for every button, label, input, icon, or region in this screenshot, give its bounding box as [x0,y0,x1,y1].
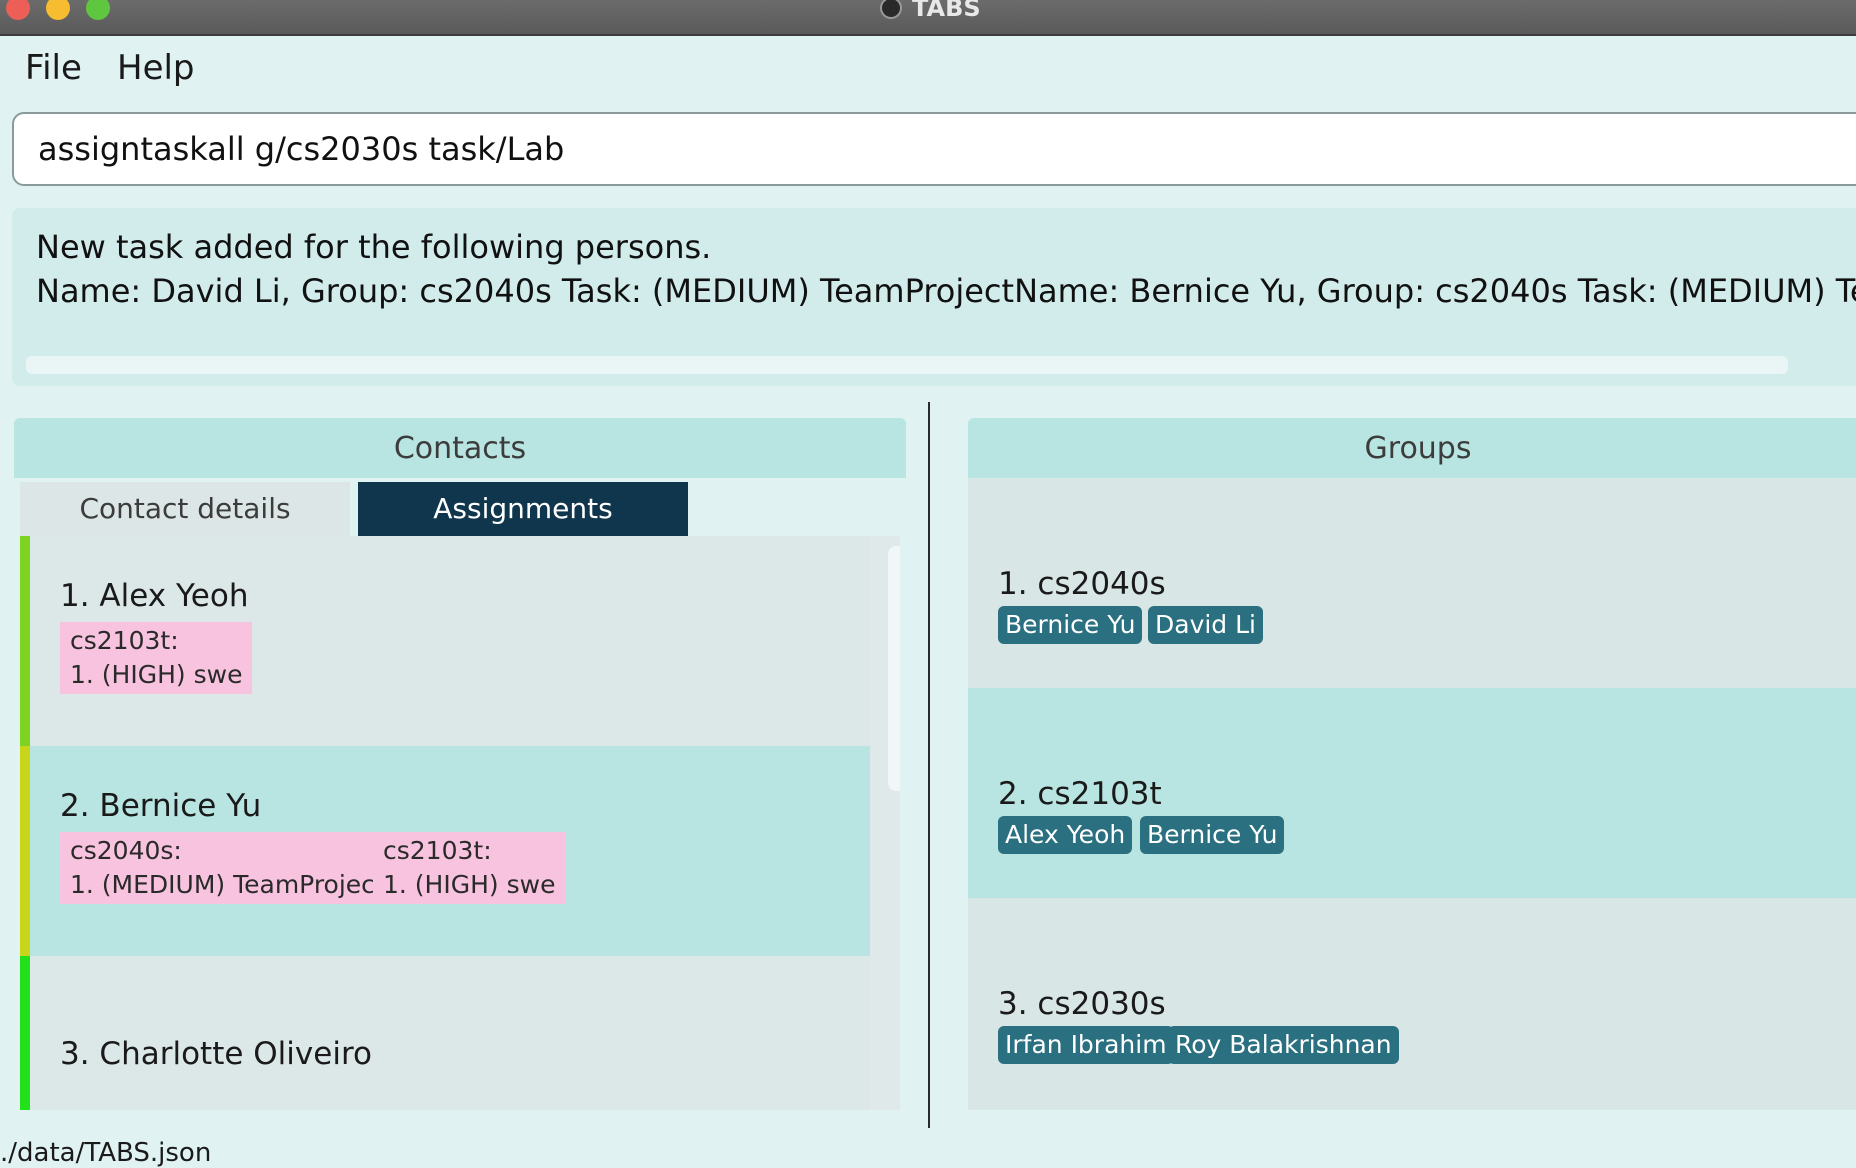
task-tag-task: 1. (HIGH) swe [70,660,243,689]
list-item[interactable]: 1. cs2040s Bernice Yu David Li [968,478,1856,688]
result-display[interactable]: New task added for the following persons… [12,208,1856,386]
assignment-list-scrollbar[interactable] [888,546,900,791]
menu-file[interactable]: File [25,48,82,88]
window-title: TABS [912,0,981,22]
app-logo-icon [880,0,902,19]
groups-panel: Groups 1. cs2040s Bernice Yu David Li 2.… [968,418,1856,1110]
task-tag-group: cs2040s: [70,836,182,865]
task-tag: cs2103t: 1. (HIGH) swe [60,622,253,694]
contact-name: 3. Charlotte Oliveiro [60,1036,372,1072]
window-title-group: TABS [880,0,981,22]
close-window-button[interactable] [6,0,30,20]
task-tag-group: cs2103t: [70,626,179,655]
tab-contact-details[interactable]: Contact details [20,482,350,536]
task-tag-task: 1. (HIGH) swe [383,870,556,899]
groups-header: Groups [968,418,1856,478]
command-input[interactable]: assigntaskall g/cs2030s task/Lab [12,112,1856,186]
task-tag-group: cs2103t: [383,836,492,865]
tab-assignments[interactable]: Assignments [358,482,688,536]
member-tag: Bernice Yu [998,606,1143,644]
group-name: 2. cs2103t [998,776,1162,812]
list-item[interactable]: 1. Alex Yeoh cs2103t: 1. (HIGH) swe [20,536,870,746]
contact-name: 2. Bernice Yu [60,788,262,824]
menu-help[interactable]: Help [117,48,195,88]
group-name: 3. cs2030s [998,986,1166,1022]
maximize-window-button[interactable] [86,0,110,20]
member-tag: Irfan Ibrahim [998,1026,1174,1064]
contact-name: 1. Alex Yeoh [60,578,249,614]
minimize-window-button[interactable] [46,0,70,20]
task-tag: cs2040s: 1. (MEDIUM) TeamProject [60,832,395,904]
task-tag-task: 1. (MEDIUM) TeamProject [70,870,385,899]
list-item[interactable]: 3. Charlotte Oliveiro [20,956,870,1110]
member-tag: David Li [1148,606,1264,644]
group-name: 1. cs2040s [998,566,1166,602]
member-tag: Roy Balakrishnan [1168,1026,1399,1064]
result-line-1: New task added for the following persons… [36,228,712,266]
list-item[interactable]: 2. cs2103t Alex Yeoh Bernice Yu [968,688,1856,898]
title-bar: TABS [0,0,1856,36]
member-tag: Bernice Yu [1140,816,1285,854]
panel-divider[interactable] [928,402,930,1128]
result-horizontal-scrollbar[interactable] [26,356,1788,374]
task-tag: cs2103t: 1. (HIGH) swe [373,832,566,904]
contacts-panel: Contacts Contact details Assignments 1. … [14,418,906,1110]
list-item[interactable]: 3. cs2030s Irfan Ibrahim Roy Balakrishna… [968,898,1856,1110]
assignment-list[interactable]: 1. Alex Yeoh cs2103t: 1. (HIGH) swe 2. B… [20,536,900,1110]
member-tag: Alex Yeoh [998,816,1133,854]
menu-bar [0,36,1856,100]
list-item[interactable]: 2. Bernice Yu cs2040s: 1. (MEDIUM) TeamP… [20,746,870,956]
contacts-header: Contacts [14,418,906,478]
result-line-2: Name: David Li, Group: cs2040s Task: (ME… [36,272,1856,310]
